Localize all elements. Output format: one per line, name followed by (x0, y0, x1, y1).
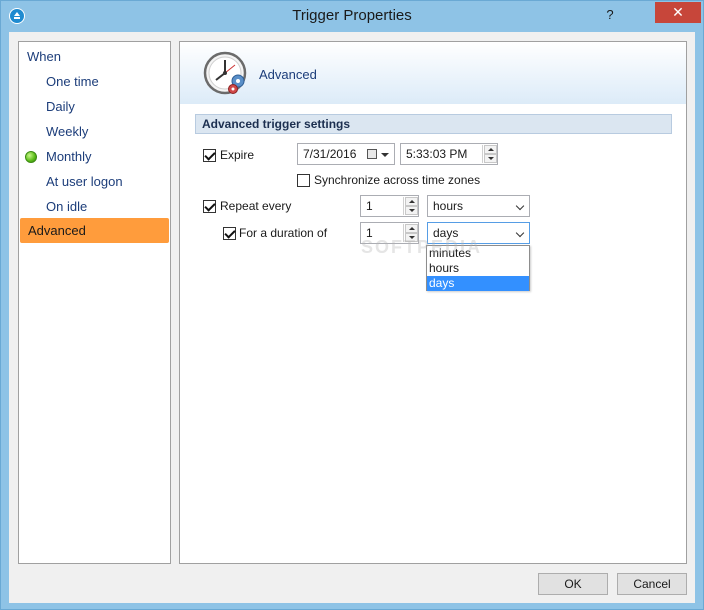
sidebar-item-monthly[interactable]: Monthly (19, 144, 170, 169)
ok-button[interactable]: OK (538, 573, 608, 595)
sidebar-item-daily[interactable]: Daily (19, 94, 170, 119)
panel-header: Advanced (180, 42, 686, 104)
sidebar-item-when[interactable]: When (19, 44, 170, 69)
sidebar-item-label: One time (46, 74, 99, 89)
stepper-up-icon[interactable] (484, 145, 497, 154)
stepper-down-icon[interactable] (484, 154, 497, 163)
cancel-button[interactable]: Cancel (617, 573, 687, 595)
chevron-down-icon (515, 228, 525, 238)
chevron-down-icon (515, 201, 525, 211)
sidebar-item-label: Advanced (28, 223, 86, 238)
sync-timezones-label: Synchronize across time zones (314, 173, 481, 187)
title-bar[interactable]: Trigger Properties ? ✕ (1, 1, 703, 32)
trigger-properties-window: Trigger Properties ? ✕ When One time Dai… (0, 0, 704, 610)
section-header: Advanced trigger settings (195, 114, 672, 134)
repeat-interval-value: 1 (366, 199, 373, 213)
stepper-down-icon[interactable] (405, 206, 418, 215)
repeat-interval-stepper[interactable]: 1 (360, 195, 419, 217)
repeat-stepper[interactable] (403, 197, 418, 215)
sidebar-item-label: Monthly (46, 149, 92, 164)
duration-unit-dropdown: minutes hours days (426, 245, 530, 291)
repeat-checkbox[interactable] (203, 200, 216, 213)
help-button[interactable]: ? (599, 5, 621, 25)
sidebar-item-label: On idle (46, 199, 88, 214)
repeat-unit-value: hours (433, 199, 464, 213)
sidebar-item-on-idle[interactable]: On idle (19, 194, 170, 219)
dialog-client: When One time Daily Weekly Monthly At us… (9, 32, 695, 603)
repeat-label: Repeat every (220, 199, 292, 213)
sidebar-item-label: At user logon (46, 174, 123, 189)
sidebar-item-one-time[interactable]: One time (19, 69, 170, 94)
expire-checkbox[interactable] (203, 149, 216, 162)
expire-time-value: 5:33:03 PM (406, 147, 468, 161)
dropdown-option-minutes[interactable]: minutes (427, 246, 529, 261)
duration-unit-value: days (433, 226, 459, 240)
dropdown-option-days[interactable]: days (427, 276, 529, 291)
status-dot-icon (25, 151, 37, 163)
sidebar-item-label: Daily (46, 99, 75, 114)
close-button[interactable]: ✕ (655, 2, 701, 23)
duration-checkbox[interactable] (223, 227, 236, 240)
panel-title: Advanced (259, 67, 317, 82)
sync-timezones-checkbox[interactable] (297, 174, 310, 187)
stepper-up-icon[interactable] (405, 197, 418, 206)
calendar-icon (367, 149, 377, 159)
sidebar-item-advanced[interactable]: Advanced (20, 218, 169, 243)
window-title: Trigger Properties (292, 7, 412, 24)
stepper-up-icon[interactable] (405, 224, 418, 233)
sidebar-item-label: When (27, 49, 61, 64)
duration-value-stepper[interactable]: 1 (360, 222, 419, 244)
expire-label: Expire (220, 148, 255, 162)
sidebar-item-at-user-logon[interactable]: At user logon (19, 169, 170, 194)
sidebar-item-label: Weekly (46, 124, 89, 139)
duration-stepper[interactable] (403, 224, 418, 242)
expire-time-field[interactable]: 5:33:03 PM (400, 143, 498, 165)
expire-date-value: 7/31/2016 (303, 147, 357, 161)
chevron-down-icon (381, 153, 389, 157)
expire-date-picker[interactable]: 7/31/2016 (297, 143, 395, 165)
trigger-type-list: When One time Daily Weekly Monthly At us… (18, 41, 171, 564)
dropdown-option-hours[interactable]: hours (427, 261, 529, 276)
duration-value: 1 (366, 226, 373, 240)
time-stepper[interactable] (482, 145, 497, 163)
duration-label: For a duration of (239, 226, 328, 240)
duration-unit-select[interactable]: days (427, 222, 530, 244)
stepper-down-icon[interactable] (405, 233, 418, 242)
sidebar-item-weekly[interactable]: Weekly (19, 119, 170, 144)
settings-panel: Advanced Advanced trigger settings Expir… (179, 41, 687, 564)
clock-gear-icon (203, 51, 247, 95)
repeat-unit-select[interactable]: hours (427, 195, 530, 217)
